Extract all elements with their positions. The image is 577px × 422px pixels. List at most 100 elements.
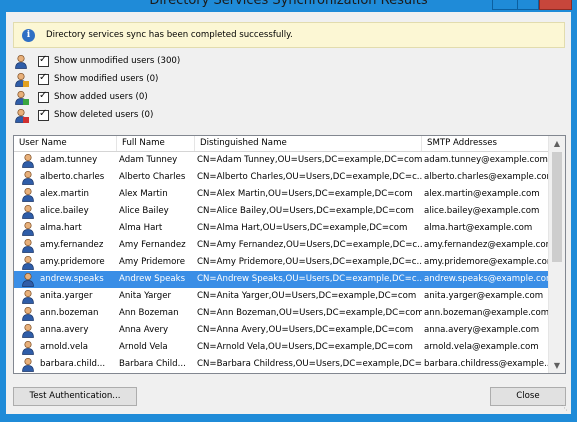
scroll-up-icon[interactable]: ▲ xyxy=(549,136,565,151)
cell-user-name: amy.pridemore xyxy=(40,257,105,267)
cell-user-name: alice.bailey xyxy=(40,206,89,216)
cell-full-name: Andrew Speaks xyxy=(119,274,186,284)
cell-full-name: Arnold Vela xyxy=(119,342,168,352)
user-deleted-icon xyxy=(14,108,30,124)
cell-user-name: barbara.child... xyxy=(40,359,106,369)
cell-smtp-address: anita.yarger@example.com xyxy=(424,291,544,301)
filter-checkbox[interactable]: ✓ xyxy=(38,90,49,103)
cell-full-name: Barbara Ross xyxy=(117,373,195,374)
cell-full-name: Anita Yarger xyxy=(119,291,172,301)
user-icon xyxy=(21,357,35,372)
dialog-body: i Directory services sync has been compl… xyxy=(6,12,571,414)
test-authentication-button[interactable]: Test Authentication... xyxy=(13,387,137,406)
filter-checkbox[interactable]: ✓ xyxy=(38,54,49,67)
cell-smtp-address: amy.pridemore@example.com xyxy=(424,257,549,267)
table-row[interactable]: alice.bailey Alice Bailey CN=Alice Bailey,… xyxy=(14,203,549,220)
cell-distinguished-name: CN=Amy Fernandez,OU=Users,DC=example,DC=… xyxy=(197,240,422,250)
user-icon xyxy=(21,272,35,287)
cell-user-name: arnold.vela xyxy=(40,342,88,352)
cell-distinguished-name: CN=Barbara Childress,OU=Users,DC=example… xyxy=(197,359,422,369)
column-header-user-name[interactable]: User Name xyxy=(14,136,117,151)
filter-checkbox[interactable]: ✓ xyxy=(38,108,49,121)
user-icon xyxy=(21,221,35,236)
table-row[interactable]: alma.hart Alma Hart CN=Alma Hart,OU=Users,… xyxy=(14,220,549,237)
table-row[interactable]: alex.martin Alex Martin CN=Alex Martin,OU=… xyxy=(14,186,549,203)
cell-full-name: Alberto Charles xyxy=(119,172,186,182)
cell-distinguished-name: CN=Alma Hart,OU=Users,DC=example,DC=com xyxy=(197,223,408,233)
user-added-icon xyxy=(14,90,30,106)
banner-message: Directory services sync has been complet… xyxy=(46,30,293,40)
cell-smtp-address: ann.bozeman@example.com xyxy=(424,308,549,318)
cell-smtp-address: alex.martin@example.com xyxy=(424,189,540,199)
cell-user-name: anna.avery xyxy=(40,325,89,335)
cell-full-name: Amy Pridemore xyxy=(119,257,186,267)
user-icon xyxy=(21,323,35,338)
cell-smtp-address: alberto.charles@example.com xyxy=(424,172,549,182)
resize-grip-icon[interactable]: ⋱ xyxy=(561,404,569,412)
cell-distinguished-name: CN=Alex Martin,OU=Users,DC=example,DC=co… xyxy=(197,189,413,199)
cell-smtp-address: amy.fernandez@example.com xyxy=(424,240,549,250)
user-icon xyxy=(21,170,35,185)
cell-full-name: Barbara Child... xyxy=(119,359,186,369)
cell-distinguished-name: CN=Adam Tunney,OU=Users,DC=example,DC=co… xyxy=(197,155,422,165)
scroll-down-icon[interactable]: ▼ xyxy=(549,358,565,373)
table-row[interactable]: ann.bozeman Ann Bozeman CN=Ann Bozeman,OU=… xyxy=(14,305,549,322)
column-header-full-name[interactable]: Full Name xyxy=(117,136,195,151)
column-header-smtp-addresses[interactable]: SMTP Addresses xyxy=(422,136,549,151)
vertical-scrollbar[interactable]: ▲ ▼ xyxy=(548,136,565,373)
table-row[interactable]: amy.fernandez Amy Fernandez CN=Amy Fernand… xyxy=(14,237,549,254)
cell-user-name: barbara.ross xyxy=(38,373,117,374)
cell-distinguished-name: CN=Ann Bozeman,OU=Users,DC=example,DC=co… xyxy=(197,308,422,318)
table-row[interactable]: alberto.charles Alberto Charles CN=Alberto… xyxy=(14,169,549,186)
filter-label: Show deleted users (0) xyxy=(54,110,154,120)
grid-header: User Name Full Name Distinguished Name S… xyxy=(14,136,549,152)
close-button[interactable]: Close xyxy=(490,387,566,406)
cell-distinguished-name: CN=Alberto Charles,OU=Users,DC=example,D… xyxy=(197,172,422,182)
cell-user-name: alma.hart xyxy=(40,223,82,233)
cell-full-name: Alice Bailey xyxy=(119,206,169,216)
cell-full-name: Alex Martin xyxy=(119,189,168,199)
cell-full-name: Anna Avery xyxy=(119,325,169,335)
user-icon xyxy=(21,187,35,202)
table-row[interactable]: adam.tunney Adam Tunney CN=Adam Tunney,OU=… xyxy=(14,152,549,169)
cell-distinguished-name: CN=Anna Avery,OU=Users,DC=example,DC=com xyxy=(197,325,414,335)
cell-full-name: Alma Hart xyxy=(119,223,163,233)
user-icon xyxy=(21,153,35,168)
filter-checkbox[interactable]: ✓ xyxy=(38,72,49,85)
cell-distinguished-name: CN=Amy Pridemore,OU=Users,DC=example,DC=… xyxy=(197,257,422,267)
cell-full-name: Amy Fernandez xyxy=(119,240,186,250)
cell-smtp-address: anna.avery@example.com xyxy=(424,325,540,335)
user-icon xyxy=(21,289,35,304)
table-row[interactable]: anita.yarger Anita Yarger CN=Anita Yarger,… xyxy=(14,288,549,305)
user-icon xyxy=(21,204,35,219)
cell-smtp-address: barbara.childress@example.... xyxy=(424,359,549,369)
cell-smtp-address: adam.tunney@example.com xyxy=(424,155,548,165)
success-banner: i Directory services sync has been compl… xyxy=(13,22,565,48)
user-icon xyxy=(21,306,35,321)
table-row[interactable]: amy.pridemore Amy Pridemore CN=Amy Pridemo… xyxy=(14,254,549,271)
scroll-thumb[interactable] xyxy=(552,152,562,262)
info-icon: i xyxy=(22,29,35,42)
maximize-button[interactable] xyxy=(517,0,539,10)
cell-smtp-address: alma.hart@example.com xyxy=(424,223,533,233)
minimize-button[interactable] xyxy=(492,0,518,10)
user-icon xyxy=(21,255,35,270)
cell-user-name: adam.tunney xyxy=(40,155,98,165)
window-title: Directory Services Synchronization Resul… xyxy=(149,0,428,8)
cell-user-name: andrew.speaks xyxy=(40,274,104,284)
table-row[interactable]: barbara.rossBarbara RossCN=Barbara Ross,… xyxy=(14,373,549,374)
cell-smtp-address: arnold.vela@example.com xyxy=(424,342,539,352)
table-row[interactable]: barbara.child... Barbara Child... CN=Barba… xyxy=(14,356,549,373)
table-row[interactable]: arnold.vela Arnold Vela CN=Arnold Vela,OU=… xyxy=(14,339,549,356)
cell-distinguished-name: CN=Andrew Speaks,OU=Users,DC=example,DC=… xyxy=(197,274,422,284)
cell-user-name: alberto.charles xyxy=(40,172,105,182)
cell-distinguished-name: CN=Alice Bailey,OU=Users,DC=example,DC=c… xyxy=(197,206,414,216)
filter-label: Show added users (0) xyxy=(54,92,148,102)
user-icon xyxy=(14,54,30,70)
table-row[interactable]: andrew.speaks Andrew Speaks CN=Andrew Spea… xyxy=(14,271,549,288)
column-header-distinguished-name[interactable]: Distinguished Name xyxy=(195,136,422,151)
users-grid[interactable]: User Name Full Name Distinguished Name S… xyxy=(13,135,566,374)
close-window-button[interactable] xyxy=(539,0,572,10)
user-icon xyxy=(21,340,35,355)
table-row[interactable]: anna.avery Anna Avery CN=Anna Avery,OU=Use… xyxy=(14,322,549,339)
